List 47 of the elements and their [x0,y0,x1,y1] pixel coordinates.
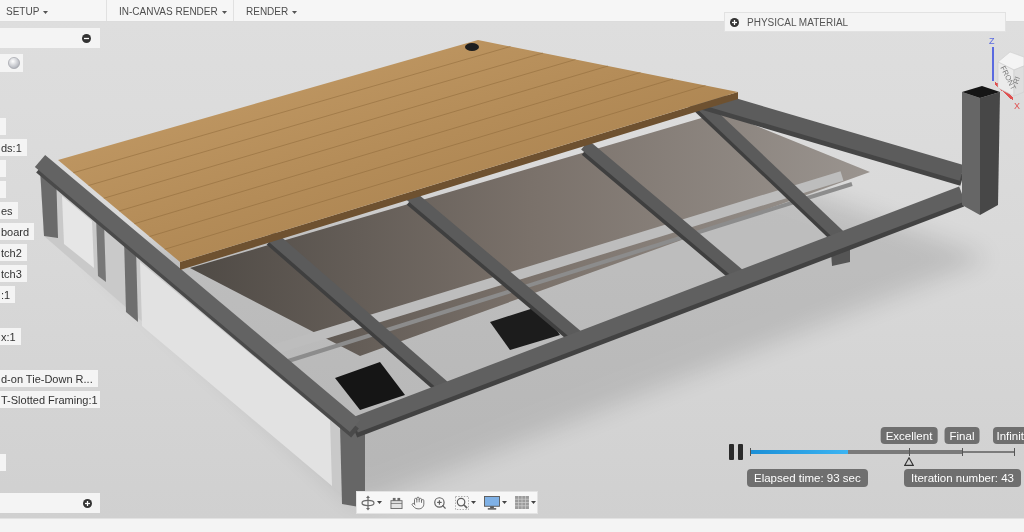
box-icon [390,496,403,509]
quality-level-button[interactable]: Infinit [992,427,1024,444]
browser-item[interactable]: x:1 [0,328,21,345]
caret-icon [221,10,227,14]
elapsed-time-label: Elapsed time: 93 sec [747,469,868,487]
panel-title: PHYSICAL MATERIAL [747,16,849,28]
caret-icon [377,501,382,504]
pause-button[interactable] [729,444,743,460]
browser-item[interactable]: :1 [0,286,16,303]
grid-settings-button[interactable] [513,493,538,512]
browser-item[interactable]: d-on Tie-Down R... [0,370,98,387]
browser-item[interactable]: T-Slotted Framing:1 [0,391,100,408]
display-settings-button[interactable] [482,493,509,512]
floor-opening [335,362,405,410]
target-marker-icon[interactable] [904,457,914,466]
expand-button[interactable] [730,17,739,27]
circle-icon [8,57,20,69]
browser-item[interactable]: ds:1 [0,139,27,156]
zoom-window-button[interactable] [453,493,478,512]
toolbar-menu-button[interactable]: RENDER [246,6,298,18]
monitor-icon [484,495,500,510]
expand-button[interactable] [83,498,92,508]
caret-icon [531,501,536,504]
cable-hole [465,43,479,51]
zoom-in-icon [433,495,447,510]
floor-opening [490,306,560,350]
orbit-icon [361,494,375,511]
zoom-window-icon [455,495,469,510]
caret-icon [292,10,298,14]
toolbar-menu-button[interactable]: IN-CANVAS RENDER [119,6,227,18]
axis-label: X [1014,101,1020,111]
axis-label: Z [989,36,995,46]
toolbar-menu-button[interactable]: SETUP [6,6,49,18]
caret-icon [43,10,49,14]
orbit-button[interactable] [359,493,384,512]
quality-level-button[interactable]: Final [944,427,980,444]
quality-level-button[interactable]: Excellent [880,427,938,444]
browser-item[interactable]: es [0,202,18,219]
iteration-count-label: Iteration number: 43 [904,469,1021,487]
grid-icon [515,496,529,509]
browser-item[interactable]: board [0,223,35,240]
caret-icon [502,501,507,504]
caret-icon [471,501,476,504]
browser-item[interactable]: tch3 [0,265,27,282]
hand-icon [411,495,425,510]
browser-item[interactable]: tch2 [0,244,27,261]
collapse-button[interactable] [82,33,91,43]
